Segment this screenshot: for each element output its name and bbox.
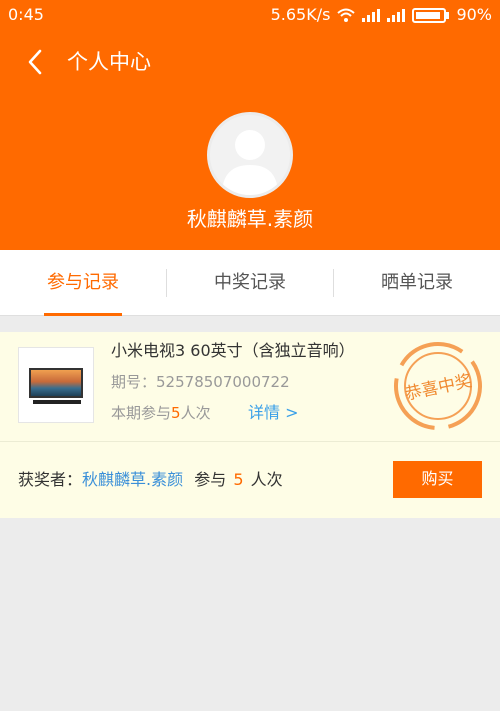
status-right: 5.65K/s 90% [271, 0, 492, 30]
period-label: 期号： [111, 373, 157, 391]
period-number: 期号：52578507000722 [111, 371, 290, 393]
winner-line: 获奖者：秋麒麟草.素颜 参与 5 人次 [18, 468, 283, 492]
record-tabs: 参与记录 中奖记录 晒单记录 [0, 250, 500, 316]
avatar[interactable] [207, 112, 293, 198]
product-title[interactable]: 小米电视3 60英寸（含独立音响） [111, 340, 355, 362]
participation-number: 5 [171, 404, 181, 422]
winner-join-count: 5 [233, 470, 244, 489]
product-thumbnail[interactable] [18, 347, 94, 423]
battery-level: 90% [456, 5, 492, 24]
participation-count: 本期参与5人次 [111, 402, 211, 424]
page-title: 个人中心 [67, 50, 151, 74]
participation-suffix: 人次 [180, 404, 211, 422]
winning-stamp-icon: 恭喜中奖 [394, 342, 482, 430]
card-divider [0, 441, 500, 442]
signal-icon [362, 8, 381, 22]
back-arrow-icon[interactable] [22, 47, 52, 77]
signal-icon-2 [387, 8, 406, 22]
username: 秋麒麟草.素颜 [186, 207, 314, 231]
user-silhouette-icon [222, 130, 278, 195]
details-link[interactable]: 详情 > [248, 402, 299, 424]
status-time: 0:45 [8, 5, 44, 24]
battery-icon [412, 7, 450, 23]
buy-button[interactable]: 购买 [393, 461, 482, 498]
period-value: 52578507000722 [156, 373, 290, 391]
winner-join-prefix: 参与 [194, 470, 227, 489]
tab-show-order[interactable]: 晒单记录 [334, 250, 500, 316]
winner-name[interactable]: 秋麒麟草.素颜 [82, 470, 183, 489]
status-bar: 0:45 5.65K/s 90% [0, 0, 500, 30]
profile-header: 0:45 5.65K/s 90% 个人中心 秋麒麟草.素颜 [0, 0, 500, 250]
tab-winning[interactable]: 中奖记录 [167, 250, 333, 316]
stamp-text: 恭喜中奖 [403, 371, 474, 405]
winner-label: 获奖者： [18, 470, 83, 489]
participation-prefix: 本期参与 [111, 404, 172, 422]
tab-participation[interactable]: 参与记录 [0, 250, 166, 316]
tv-stand [33, 400, 81, 404]
wifi-icon [337, 8, 356, 22]
network-speed: 5.65K/s [270, 5, 331, 24]
winner-join-suffix: 人次 [250, 470, 283, 489]
tv-screen-image [29, 368, 83, 398]
